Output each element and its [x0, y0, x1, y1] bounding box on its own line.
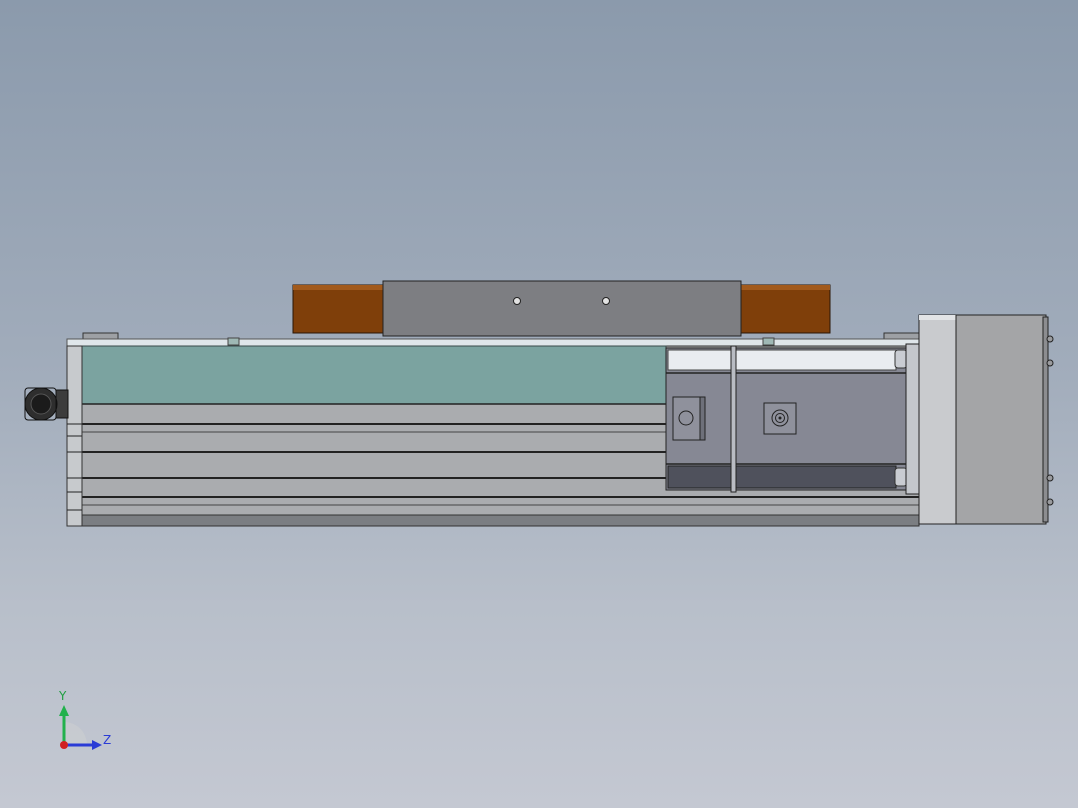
motor-housing[interactable] — [665, 345, 908, 493]
model-scene[interactable]: Y Z — [0, 0, 1078, 808]
carriage-left-block[interactable] — [292, 284, 386, 334]
carriage-plate[interactable] — [382, 280, 742, 337]
reference-triad: Y Z — [58, 689, 111, 750]
graphics-viewport[interactable]: Y Z — [0, 0, 1078, 808]
sensor-connector[interactable] — [24, 387, 69, 421]
motor-flange — [905, 343, 921, 495]
dust-cover — [81, 345, 667, 405]
z-axis-label: Z — [103, 733, 111, 747]
motor-connector[interactable] — [672, 396, 705, 441]
mounting-hole — [513, 297, 521, 305]
carriage[interactable] — [292, 280, 831, 337]
end-block[interactable] — [918, 314, 1054, 525]
top-rail — [66, 338, 920, 347]
y-axis-label: Y — [58, 689, 67, 703]
mounting-hole — [602, 297, 610, 305]
carriage-right-block[interactable] — [739, 284, 831, 334]
x-axis-origin — [60, 741, 68, 749]
